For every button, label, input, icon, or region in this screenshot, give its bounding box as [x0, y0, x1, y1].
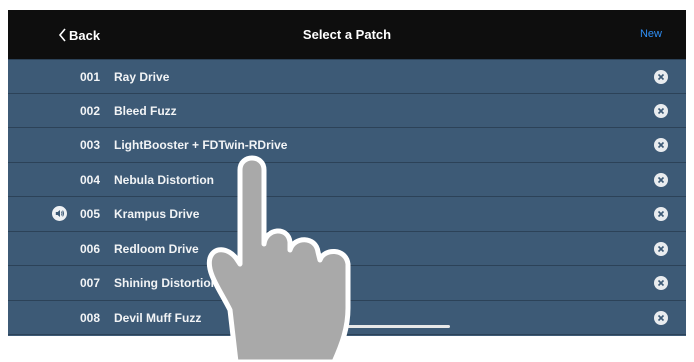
delete-icon[interactable]	[654, 70, 668, 84]
patch-name: Ray Drive	[114, 70, 170, 84]
delete-icon[interactable]	[654, 138, 668, 152]
delete-icon[interactable]	[654, 103, 668, 118]
patch-name: Devil Muff Fuzz	[114, 310, 202, 325]
patch-name: Redloom Drive	[114, 241, 199, 256]
patch-number: 004	[80, 172, 101, 187]
patch-number: 006	[80, 241, 101, 256]
list-item[interactable]: 002 Bleed Fuzz	[8, 94, 686, 128]
patch-number: 002	[80, 103, 101, 118]
page-title: Select a Patch	[302, 27, 392, 42]
patch-number: 007	[80, 276, 101, 290]
patch-number: 001	[80, 70, 101, 84]
delete-icon[interactable]	[654, 172, 668, 187]
patch-number: 005	[80, 207, 101, 221]
delete-icon[interactable]	[654, 276, 668, 290]
new-patch-button[interactable]: New	[640, 28, 662, 40]
delete-icon[interactable]	[654, 310, 668, 325]
patch-name: Bleed Fuzz	[114, 103, 177, 118]
navigation-bar: Back Select a Patch New	[8, 10, 686, 59]
patch-name: Krampus Drive	[114, 207, 200, 221]
patch-number: 008	[80, 310, 101, 325]
delete-icon[interactable]	[654, 241, 668, 256]
patch-number: 003	[80, 138, 101, 152]
tap-hand-icon	[206, 155, 351, 362]
speaker-icon	[52, 206, 67, 221]
delete-icon[interactable]	[654, 207, 668, 221]
list-item[interactable]: 001 Ray Drive	[8, 59, 686, 94]
